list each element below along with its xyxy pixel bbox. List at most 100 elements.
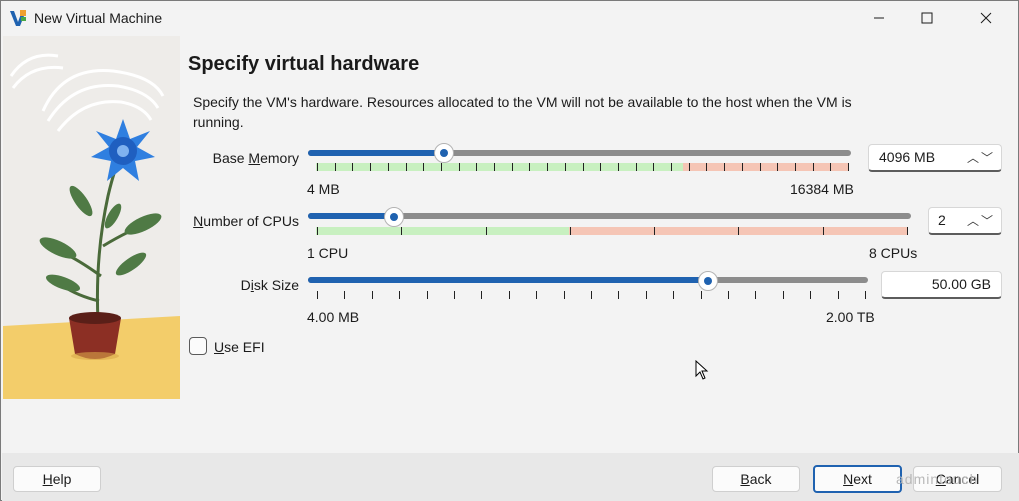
memory-slider-thumb[interactable] (433, 143, 454, 163)
base-memory-label-pre: Base (212, 150, 249, 166)
cpu-spin-arrows-icon[interactable]: ︿﹀ (967, 212, 995, 229)
memory-tick (653, 163, 655, 171)
disk-size-label-pre: D (240, 277, 251, 293)
memory-tick (617, 163, 619, 171)
base-memory-label: Base Memory (191, 150, 299, 166)
memory-spinbox[interactable]: 4096 MB ︿﹀ (868, 144, 1002, 172)
next-button-label: ext (853, 471, 872, 487)
base-memory-label-mnemonic: M (248, 150, 261, 166)
disk-size-label-post: sk Size (253, 277, 299, 293)
memory-tick (600, 163, 602, 171)
cpu-spinbox[interactable]: 2 ︿﹀ (928, 207, 1002, 235)
disk-slider-thumb[interactable] (698, 271, 719, 291)
back-button[interactable]: Back (712, 466, 800, 492)
disk-tick (563, 291, 565, 299)
memory-tick (405, 163, 407, 171)
disk-tick (865, 291, 866, 299)
memory-tick (794, 163, 796, 171)
minimize-icon (874, 17, 884, 19)
cpu-count-label-post: umber of CPUs (203, 213, 299, 229)
cpu-tick (401, 227, 403, 235)
next-button[interactable]: Next (813, 465, 902, 493)
disk-tick (837, 291, 839, 299)
cpu-tick (907, 227, 908, 235)
memory-tick (440, 163, 442, 171)
mouse-pointer-icon (695, 360, 709, 380)
use-efi-label[interactable]: Use EFI (214, 339, 265, 355)
disk-tick (782, 291, 784, 299)
window-title: New Virtual Machine (34, 10, 163, 26)
memory-tick (582, 163, 584, 171)
memory-tick (635, 163, 637, 171)
disk-tick (481, 291, 483, 299)
memory-tick (529, 163, 531, 171)
cpu-safe-zone (316, 227, 569, 235)
disk-size-value: 50.00 GB (931, 276, 991, 292)
new-vm-window: New Virtual Machine Specify virtual hard… (0, 0, 1019, 501)
cpu-count-label-mnemonic: N (193, 213, 204, 229)
disk-slider-fill (308, 277, 709, 283)
disk-size-field[interactable]: 50.00 GB (881, 271, 1002, 299)
maximize-button[interactable] (904, 1, 950, 35)
memory-tick (830, 163, 832, 171)
cpu-tick (654, 227, 656, 235)
next-button-mnemonic: N (843, 471, 854, 487)
memory-tick (511, 163, 513, 171)
cpu-slider-fill (308, 213, 395, 219)
disk-tick (454, 291, 455, 299)
use-efi-checkbox[interactable] (189, 337, 207, 355)
memory-tick (759, 163, 761, 171)
disk-max-label: 2.00 TB (826, 309, 875, 325)
memory-tick (688, 163, 690, 171)
disk-tick (317, 291, 318, 299)
memory-tick (458, 163, 460, 171)
flower-pot-illustration (3, 36, 180, 399)
memory-tick (812, 163, 814, 171)
page-description: Specify the VM's hardware. Resources all… (193, 94, 852, 130)
memory-tick (317, 163, 318, 171)
memory-slider-fill (308, 150, 444, 156)
help-button[interactable]: Help (13, 466, 101, 492)
back-button-mnemonic: B (740, 471, 750, 487)
memory-tick (352, 163, 354, 171)
title-bar: New Virtual Machine (1, 1, 1018, 35)
disk-tick (755, 291, 757, 299)
memory-tick (370, 163, 372, 171)
memory-tick (848, 163, 849, 171)
memory-tick (334, 163, 336, 171)
disk-tick (536, 291, 538, 299)
wizard-side-illustration (3, 36, 180, 399)
watermark-text: admintouch (896, 471, 979, 487)
cpu-tick (738, 227, 740, 235)
use-efi-label-mnemonic: U (214, 339, 225, 355)
disk-tick (673, 291, 675, 299)
page-heading: Specify virtual hardware (188, 53, 420, 75)
minimize-button[interactable] (856, 1, 902, 35)
memory-spinbox-value: 4096 MB (879, 149, 936, 165)
memory-tick (547, 163, 549, 171)
memory-spin-arrows-icon[interactable]: ︿﹀ (967, 149, 995, 166)
memory-tick (387, 163, 389, 171)
memory-tick (671, 163, 672, 171)
use-efi-label-post: se EFI (224, 339, 265, 355)
virtualbox-app-icon (10, 10, 26, 26)
memory-tick (777, 163, 779, 171)
disk-tick (728, 291, 729, 299)
cpu-min-label: 1 CPU (307, 245, 349, 261)
disk-tick (508, 291, 510, 299)
memory-tick (564, 163, 566, 171)
memory-min-label: 4 MB (307, 181, 340, 197)
cpu-tick (569, 227, 571, 235)
disk-tick (810, 291, 812, 299)
disk-tick (426, 291, 428, 299)
cpu-slider-thumb[interactable] (384, 207, 405, 227)
maximize-icon (921, 12, 933, 24)
memory-max-label: 16384 MB (790, 181, 854, 197)
disk-tick (591, 291, 592, 299)
cpu-tick (822, 227, 824, 235)
memory-tick (724, 163, 726, 171)
cpu-spinbox-value: 2 (938, 212, 946, 228)
close-button[interactable] (963, 1, 1009, 35)
memory-tick (706, 163, 708, 171)
cpu-tick (317, 227, 318, 235)
